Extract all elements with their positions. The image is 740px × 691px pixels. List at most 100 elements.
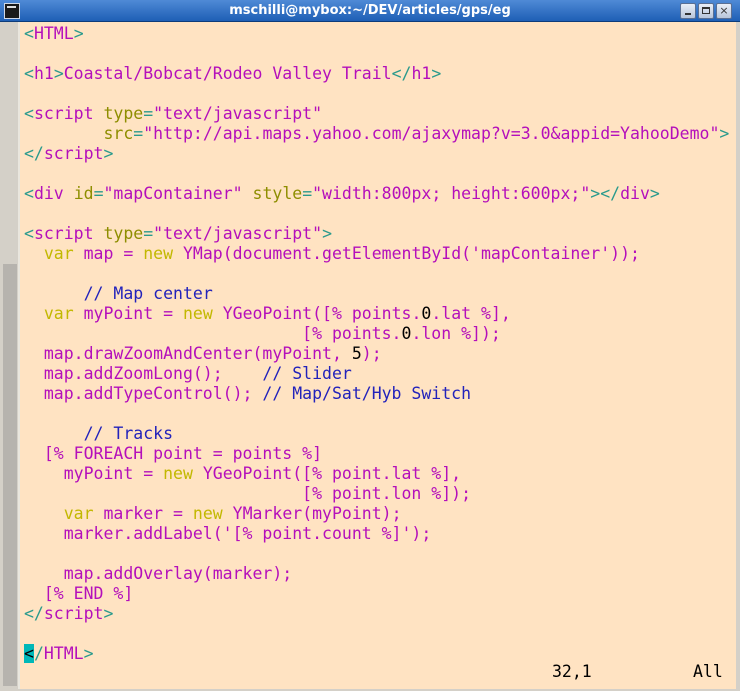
terminal-window: mschilli@mybox:~/DEV/articles/gps/eg × <… xyxy=(0,0,740,691)
code-token: id xyxy=(73,184,94,203)
code-token: / xyxy=(33,644,44,663)
code-token: ></ xyxy=(590,184,621,203)
code-line: [% points.0.lon %]); xyxy=(24,324,729,344)
code-token: .lat %], xyxy=(431,304,511,323)
code-line: [% FOREACH point = points %] xyxy=(24,444,729,464)
code-token: YGeoPoint([% points. xyxy=(212,304,422,323)
code-token: new xyxy=(143,244,174,263)
code-token: 5 xyxy=(351,344,362,363)
code-token: type xyxy=(103,104,144,123)
code-line: map.addTypeControl(); // Map/Sat/Hyb Swi… xyxy=(24,384,729,404)
code-token: div xyxy=(620,184,650,203)
code-token: marker.addLabel('[% point.count %]'); xyxy=(24,524,432,543)
code-token: < xyxy=(24,24,34,43)
code-token: > xyxy=(322,224,332,243)
code-token: </ xyxy=(391,64,412,83)
code-token: HTML xyxy=(33,24,74,43)
code-line: // Map center xyxy=(24,284,729,304)
cursor-position: 32,1 xyxy=(552,662,592,681)
code-token: src xyxy=(103,124,134,143)
code-buffer[interactable]: <HTML> <h1>Coastal/Bobcat/Rodeo Valley T… xyxy=(24,24,729,664)
code-token: new xyxy=(182,304,213,323)
title-bar[interactable]: mschilli@mybox:~/DEV/articles/gps/eg × xyxy=(0,0,740,22)
code-line: [% point.lon %]); xyxy=(24,484,729,504)
code-token: [% points. xyxy=(24,324,402,343)
code-token: > xyxy=(73,24,84,43)
code-token: "mapContainer" xyxy=(103,184,243,203)
code-line: var myPoint = new YGeoPoint([% points.0.… xyxy=(24,304,729,324)
code-token: script xyxy=(43,604,104,623)
text-cursor: < xyxy=(24,644,34,663)
code-token: "text/javascript" xyxy=(153,104,323,123)
code-line: src="http://api.maps.yahoo.com/ajaxymap?… xyxy=(24,124,729,144)
code-line: <script type="text/javascript" xyxy=(24,104,729,124)
code-token: map.drawZoomAndCenter(myPoint, xyxy=(24,344,352,363)
code-token: div xyxy=(33,184,64,203)
code-token: .lon %]); xyxy=(411,324,501,343)
code-token: < xyxy=(24,184,34,203)
code-token: > xyxy=(431,64,442,83)
code-line: map.addZoomLong(); // Slider xyxy=(24,364,729,384)
code-token: [% END %] xyxy=(24,584,134,603)
code-token: = xyxy=(143,224,154,243)
code-line: <script type="text/javascript"> xyxy=(24,224,729,244)
scrollbar-thumb[interactable] xyxy=(3,264,17,686)
code-line: map.drawZoomAndCenter(myPoint, 5); xyxy=(24,344,729,364)
code-line: <h1>Coastal/Bobcat/Rodeo Valley Trail</h… xyxy=(24,64,729,84)
code-token: YGeoPoint([% point.lat %], xyxy=(192,464,462,483)
code-line: </script> xyxy=(24,604,729,624)
code-token: script xyxy=(33,224,94,243)
code-token: var xyxy=(43,304,74,323)
code-line: [% END %] xyxy=(24,584,729,604)
code-token: = xyxy=(93,184,104,203)
code-token: // Slider xyxy=(262,364,352,383)
code-token: = xyxy=(143,104,154,123)
code-token: [% point.lon %]); xyxy=(24,484,472,503)
code-token: "text/javascript" xyxy=(153,224,323,243)
maximize-icon[interactable] xyxy=(698,3,714,19)
code-token: marker = xyxy=(93,504,193,523)
code-token: </ xyxy=(24,144,44,163)
code-token: > xyxy=(103,144,114,163)
code-token: new xyxy=(163,464,193,483)
code-token: HTML xyxy=(43,644,84,663)
code-token: < xyxy=(24,64,34,83)
code-line: </HTML> xyxy=(24,644,729,664)
code-token: // Map/Sat/Hyb Switch xyxy=(262,384,472,403)
code-token: map.addTypeControl(); xyxy=(24,384,263,403)
minimize-icon[interactable] xyxy=(680,3,696,19)
code-line: <HTML> xyxy=(24,24,729,44)
code-line: // Tracks xyxy=(24,424,729,444)
vim-editor[interactable]: <HTML> <h1>Coastal/Bobcat/Rodeo Valley T… xyxy=(18,22,736,689)
code-token: YMap(document.getElementById('mapContain… xyxy=(173,244,640,263)
code-token: var xyxy=(63,504,94,523)
code-token: type xyxy=(103,224,144,243)
code-line: </script> xyxy=(24,144,729,164)
code-token: ); xyxy=(361,344,382,363)
vertical-scrollbar[interactable] xyxy=(2,24,18,688)
code-token: map.addOverlay(marker); xyxy=(24,564,293,583)
code-token: > xyxy=(649,184,660,203)
code-token: > xyxy=(103,604,114,623)
window-title: mschilli@mybox:~/DEV/articles/gps/eg xyxy=(229,3,511,18)
code-token: = xyxy=(133,124,144,143)
close-icon[interactable]: × xyxy=(716,3,732,19)
scroll-indicator: All xyxy=(693,662,723,681)
code-token: </ xyxy=(24,604,44,623)
vim-status-line: 32,1 All xyxy=(20,662,734,682)
code-token: myPoint = xyxy=(73,304,183,323)
code-token: script xyxy=(43,144,104,163)
code-token: > xyxy=(53,64,64,83)
code-token: // Tracks xyxy=(83,424,174,443)
